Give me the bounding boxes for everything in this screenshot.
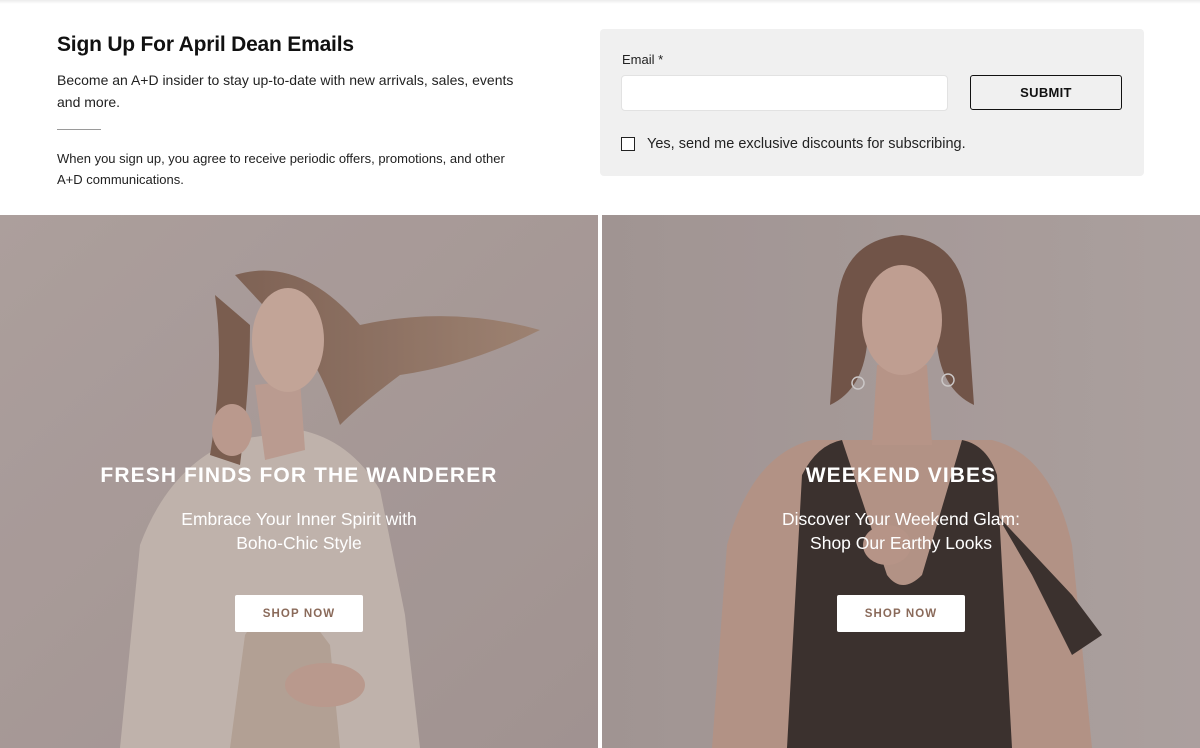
signup-description: Become an A+D insider to stay up-to-date…: [57, 72, 514, 110]
panel-content: WEEKEND VIBES Discover Your Weekend Glam…: [602, 463, 1200, 632]
divider: [57, 129, 101, 130]
submit-button[interactable]: SUBMIT: [970, 75, 1122, 110]
consent-label[interactable]: Yes, send me exclusive discounts for sub…: [647, 136, 966, 152]
panel-subtitle: Discover Your Weekend Glam: Shop Our Ear…: [782, 509, 1020, 553]
email-field[interactable]: [621, 75, 948, 111]
hero-panel-wanderer: FRESH FINDS FOR THE WANDERER Embrace You…: [0, 215, 598, 748]
panel-subtitle: Embrace Your Inner Spirit with Boho-Chic…: [181, 509, 417, 553]
signup-title: Sign Up For April Dean Emails: [57, 33, 354, 56]
email-signup-section: Sign Up For April Dean Emails Become an …: [0, 0, 1200, 215]
panel-title: WEEKEND VIBES: [805, 464, 997, 487]
signup-text-block: Sign Up For April Dean Emails Become an …: [57, 32, 547, 190]
consent-checkbox[interactable]: [621, 137, 635, 151]
consent-row[interactable]: Yes, send me exclusive discounts for sub…: [621, 136, 966, 152]
signup-form: Email * SUBMIT Yes, send me exclusive di…: [600, 29, 1144, 176]
panel-title: FRESH FINDS FOR THE WANDERER: [100, 464, 498, 487]
email-label: Email *: [622, 52, 664, 67]
shop-now-button-weekend[interactable]: SHOP NOW: [837, 595, 965, 632]
page: Sign Up For April Dean Emails Become an …: [0, 0, 1200, 748]
panel-content: FRESH FINDS FOR THE WANDERER Embrace You…: [0, 463, 598, 632]
signup-legal-text: When you sign up, you agree to receive p…: [57, 151, 505, 187]
hero-panel-weekend: WEEKEND VIBES Discover Your Weekend Glam…: [602, 215, 1200, 748]
shop-now-button-wanderer[interactable]: SHOP NOW: [235, 595, 363, 632]
